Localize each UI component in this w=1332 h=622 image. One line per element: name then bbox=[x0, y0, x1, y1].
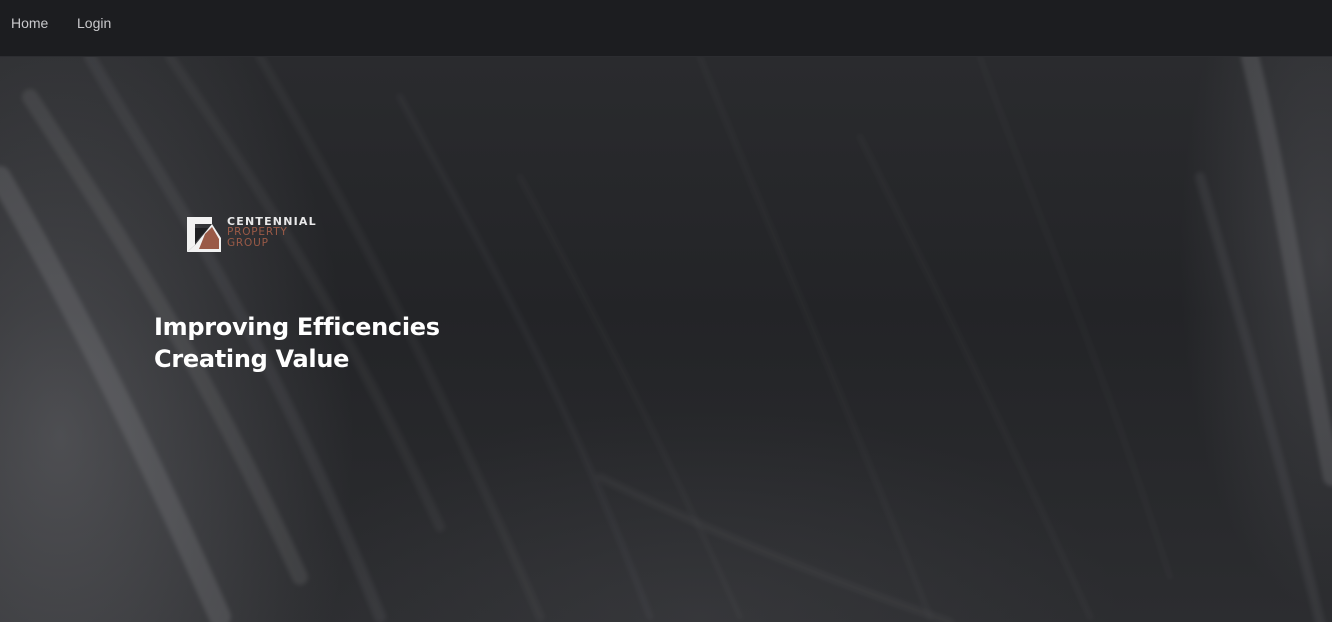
hero-tagline: Improving Efficencies Creating Value bbox=[154, 311, 440, 375]
nav-login-link[interactable]: Login bbox=[77, 15, 111, 31]
tagline-line-2: Creating Value bbox=[154, 345, 350, 373]
logo-wordmark: CENTENNIAL PROPERTY GROUP bbox=[227, 216, 317, 249]
logo-mark-icon bbox=[187, 217, 221, 252]
company-logo: CENTENNIAL PROPERTY GROUP bbox=[186, 215, 326, 253]
nav-home-link[interactable]: Home bbox=[11, 15, 48, 31]
top-navbar: Home Login bbox=[0, 0, 1332, 57]
tagline-line-1: Improving Efficencies bbox=[154, 313, 440, 341]
logo-text-group: GROUP bbox=[227, 237, 269, 249]
hero-section: CENTENNIAL PROPERTY GROUP Improving Effi… bbox=[0, 57, 1332, 622]
